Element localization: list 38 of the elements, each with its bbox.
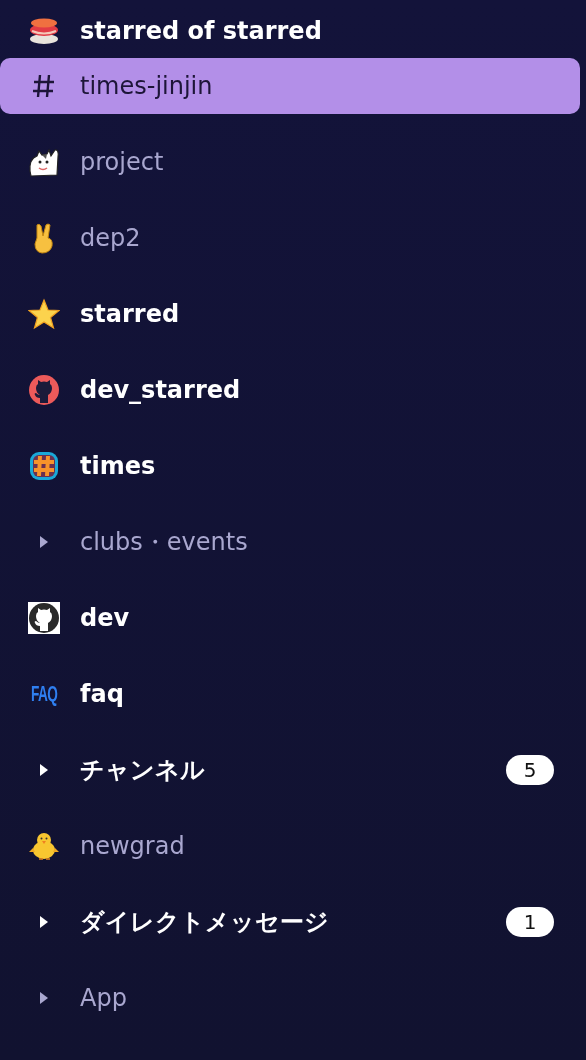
- unread-count: 1: [506, 907, 554, 937]
- cat-logo-icon: [28, 374, 60, 406]
- sushi-icon: [28, 17, 60, 45]
- section-header[interactable]: clubs・events: [0, 514, 580, 570]
- channel-name: faq: [80, 680, 124, 708]
- channel-item[interactable]: starred of starred: [0, 4, 580, 58]
- channel-name: App: [80, 984, 127, 1012]
- channel-item[interactable]: dev: [0, 590, 580, 646]
- faq-icon: FAQ: [30, 683, 58, 705]
- channel-name: チャンネル: [80, 755, 205, 786]
- channel-name: times-jinjin: [80, 72, 213, 100]
- channel-item[interactable]: dev_starred: [0, 362, 580, 418]
- hash-icon: [32, 73, 56, 99]
- channel-item[interactable]: newgrad: [0, 818, 580, 874]
- unread-count: 5: [506, 755, 554, 785]
- channel-name: dep2: [80, 224, 141, 252]
- channel-name: starred of starred: [80, 17, 322, 45]
- channel-name: clubs・events: [80, 527, 248, 558]
- star-icon: [28, 298, 60, 330]
- channel-item[interactable]: dep2: [0, 210, 580, 266]
- chick-icon: [28, 830, 60, 862]
- section-header[interactable]: App: [0, 970, 580, 1026]
- channel-name: dev: [80, 604, 130, 632]
- channel-name: project: [80, 148, 164, 176]
- channel-item[interactable]: times: [0, 438, 580, 494]
- channel-name: times: [80, 452, 156, 480]
- section-header[interactable]: ダイレクトメッセージ 1: [0, 894, 580, 950]
- channel-item[interactable]: project: [0, 134, 580, 190]
- channel-item[interactable]: times-jinjin: [0, 58, 580, 114]
- section-header[interactable]: チャンネル 5: [0, 742, 580, 798]
- channel-name: ダイレクトメッセージ: [80, 907, 329, 938]
- channel-name: newgrad: [80, 832, 185, 860]
- channel-item[interactable]: FAQ faq: [0, 666, 580, 722]
- cat-logo-icon: [28, 602, 60, 634]
- channel-item[interactable]: starred: [0, 286, 580, 342]
- channel-name: starred: [80, 300, 180, 328]
- channel-name: dev_starred: [80, 376, 241, 404]
- hash-sticker-icon: [28, 450, 60, 482]
